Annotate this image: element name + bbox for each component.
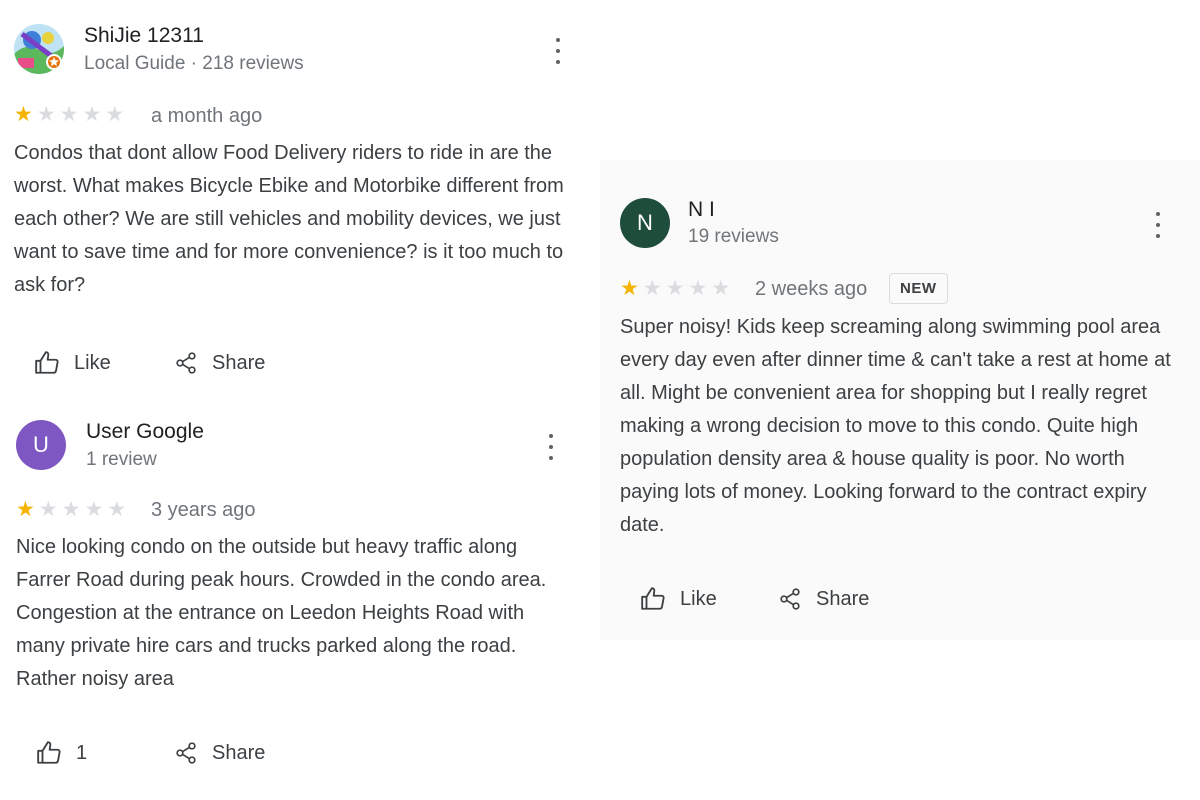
avatar-initial: N (637, 210, 653, 235)
share-button[interactable]: Share (174, 740, 265, 766)
star-rating: ★ ★ ★ ★ ★ (16, 499, 126, 521)
author-meta: Local Guide · 218 reviews (84, 53, 304, 74)
star-icon: ★ (82, 103, 102, 126)
avatar[interactable]: N (620, 198, 670, 248)
star-icon: ★ (84, 498, 104, 521)
star-rating: ★ ★ ★ ★ ★ (14, 104, 124, 126)
star-icon: ★ (14, 103, 33, 126)
review-date: 3 years ago (151, 499, 256, 521)
share-label: Share (212, 351, 266, 374)
share-button[interactable]: Share (778, 586, 869, 612)
star-icon: ★ (711, 277, 731, 300)
star-icon: ★ (59, 103, 79, 126)
star-icon: ★ (16, 498, 35, 521)
more-vert-icon (1156, 212, 1160, 216)
local-guide-badge-icon (46, 54, 62, 70)
author-name[interactable]: ShiJie 12311 (84, 24, 204, 48)
avatar-initial: U (33, 432, 49, 457)
review-text: Condos that dont allow Food Delivery rid… (14, 142, 564, 296)
like-button[interactable]: 1 (36, 740, 87, 766)
like-label: Like (680, 587, 717, 610)
like-button[interactable]: Like (640, 586, 717, 612)
like-count: 1 (76, 741, 88, 764)
star-icon: ★ (38, 498, 58, 521)
more-vert-icon (549, 434, 553, 438)
thumb-up-icon (35, 351, 59, 374)
star-icon: ★ (620, 277, 639, 300)
star-icon: ★ (61, 498, 81, 521)
more-options-menu[interactable] (1152, 212, 1164, 238)
star-icon: ★ (105, 103, 125, 126)
review-card: ShiJie 12311 Local Guide · 218 reviews ★… (0, 0, 600, 400)
star-icon: ★ (688, 277, 708, 300)
star-rating: ★ ★ ★ ★ ★ (620, 278, 730, 300)
share-button[interactable]: Share (174, 350, 265, 376)
review-card: U User Google 1 review ★ ★ ★ ★ ★ 3 years… (0, 400, 600, 800)
review-date: a month ago (151, 105, 263, 127)
new-badge: NEW (889, 273, 948, 304)
avatar[interactable]: U (16, 420, 66, 470)
like-button[interactable]: Like (34, 350, 111, 376)
share-label: Share (816, 587, 870, 610)
more-vert-icon (556, 38, 560, 42)
star-icon: ★ (107, 498, 127, 521)
more-options-menu[interactable] (545, 434, 557, 460)
share-label: Share (212, 741, 266, 764)
review-text: Super noisy! Kids keep screaming along s… (620, 316, 1171, 536)
author-name[interactable]: User Google (86, 420, 204, 444)
like-label: Like (74, 351, 111, 374)
share-icon (176, 742, 196, 764)
star-icon: ★ (665, 277, 685, 300)
thumb-up-icon (37, 741, 61, 764)
author-meta: 1 review (86, 449, 157, 470)
star-icon: ★ (36, 103, 56, 126)
review-text: Nice looking condo on the outside but he… (16, 536, 547, 690)
review-date: 2 weeks ago (755, 278, 868, 300)
author-name[interactable]: N I (688, 198, 715, 222)
review-card: N N I 19 reviews ★ ★ ★ ★ ★ 2 weeks ago N… (600, 160, 1200, 640)
share-icon (176, 352, 196, 374)
author-meta: 19 reviews (688, 226, 779, 247)
thumb-up-icon (641, 587, 665, 610)
more-options-menu[interactable] (552, 38, 564, 64)
share-icon (780, 588, 800, 610)
star-icon: ★ (642, 277, 662, 300)
